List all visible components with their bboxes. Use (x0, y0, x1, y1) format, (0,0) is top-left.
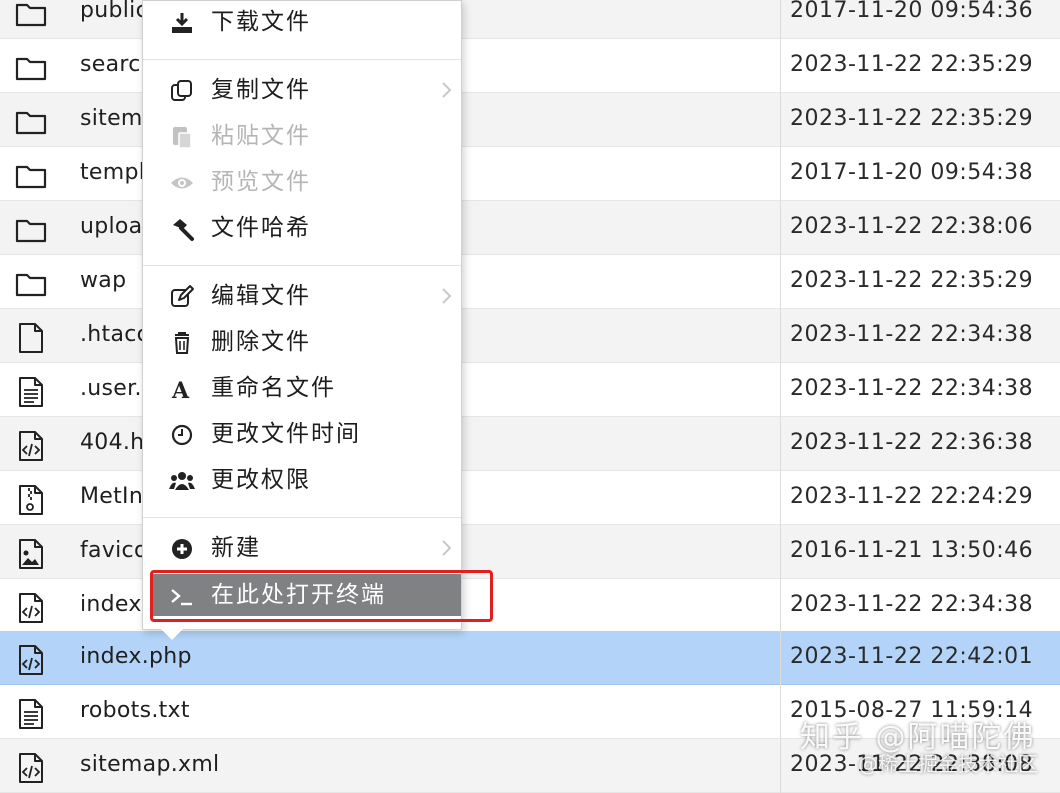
file-name: public (80, 0, 148, 23)
folder-icon (15, 165, 47, 189)
menu-item-label: 编辑文件 (211, 283, 311, 309)
column-divider (780, 255, 781, 309)
file-modified-time: 2023-11-22 22:24:29 (790, 484, 1034, 509)
menu-item-paste[interactable]: 粘贴文件 (143, 115, 461, 157)
column-divider (780, 0, 781, 39)
file-modified-time: 2023-11-22 22:34:38 (790, 322, 1034, 347)
code-file-icon (19, 753, 43, 783)
menu-item-copy[interactable]: 复制文件 (143, 69, 461, 111)
file-modified-time: 2023-11-22 22:38:06 (790, 214, 1034, 239)
file-modified-time: 2023-11-22 22:36:38 (790, 430, 1034, 455)
paste-icon (173, 127, 192, 149)
menu-item-download[interactable]: 下载文件 (143, 1, 461, 43)
folder-icon (15, 219, 47, 243)
file-name: wap (80, 268, 127, 293)
file-name: robots.txt (80, 698, 190, 723)
menu-item-rename[interactable]: A 重命名文件 (143, 367, 461, 409)
menu-item-label: 更改权限 (211, 467, 311, 493)
chevron-right-icon (442, 288, 452, 304)
column-divider (780, 417, 781, 471)
code-file-icon (19, 431, 43, 461)
menu-item-new[interactable]: 新建 (143, 527, 461, 569)
folder-icon (15, 3, 47, 27)
menu-item-label: 下载文件 (211, 9, 311, 35)
menu-separator (143, 265, 461, 266)
menu-item-label: 粘贴文件 (211, 123, 311, 149)
file-modified-time: 2023-11-22 22:35:29 (790, 106, 1034, 131)
column-divider (780, 93, 781, 147)
menu-item-label: 文件哈希 (211, 215, 311, 241)
edit-icon (171, 285, 194, 307)
svg-text:A: A (171, 378, 190, 402)
menu-item-edit[interactable]: 编辑文件 (143, 275, 461, 317)
file-modified-time: 2016-11-21 13:50:46 (790, 538, 1034, 563)
file-name: index.php (80, 644, 192, 669)
file-row-index-php[interactable]: index.php 2023-11-22 22:42:01 (0, 631, 1060, 685)
column-divider (780, 309, 781, 363)
menu-item-change-time[interactable]: 更改文件时间 (143, 413, 461, 455)
file-modified-time: 2023-11-22 22:34:38 (790, 376, 1034, 401)
context-menu: 下载文件 复制文件 粘贴文件 预览文件 文件哈希 编辑文件 删除文件 A 重命名… (142, 0, 462, 630)
menu-separator (143, 517, 461, 518)
column-divider (780, 739, 781, 793)
menu-item-delete[interactable]: 删除文件 (143, 321, 461, 363)
archive-file-icon (19, 485, 43, 515)
copy-icon (171, 80, 192, 101)
trash-icon (174, 332, 190, 354)
annotation-highlight-box (150, 570, 493, 622)
menu-item-label: 删除文件 (211, 329, 311, 355)
chevron-right-icon (442, 540, 452, 556)
menu-pointer (160, 628, 184, 640)
menu-separator (143, 59, 461, 60)
rename-icon: A (171, 378, 190, 402)
code-file-icon (19, 593, 43, 623)
column-divider (780, 363, 781, 417)
plus-circle-icon (172, 539, 192, 559)
text-file-icon (19, 377, 43, 407)
file-modified-time: 2017-11-20 09:54:38 (790, 160, 1034, 185)
eye-icon (171, 177, 193, 189)
code-file-icon (19, 645, 43, 675)
menu-item-label: 重命名文件 (211, 375, 336, 401)
folder-icon (15, 273, 47, 297)
file-modified-time: 2023-11-22 22:42:01 (790, 644, 1034, 669)
column-divider (780, 147, 781, 201)
text-file-icon (19, 699, 43, 729)
file-modified-time: 2023-11-22 22:34:38 (790, 592, 1034, 617)
column-divider (780, 39, 781, 93)
watermark-secondary: @稀土掘金技术社区 (858, 752, 1038, 776)
menu-item-label: 复制文件 (211, 77, 311, 103)
hammer-icon (173, 219, 194, 241)
menu-item-preview[interactable]: 预览文件 (143, 161, 461, 203)
menu-item-hash[interactable]: 文件哈希 (143, 207, 461, 249)
file-modified-time: 2023-11-22 22:35:29 (790, 52, 1034, 77)
chevron-right-icon (442, 82, 452, 98)
column-divider (780, 471, 781, 525)
menu-item-label: 新建 (211, 535, 261, 561)
menu-item-label: 预览文件 (211, 169, 311, 195)
file-modified-time: 2017-11-20 09:54:36 (790, 0, 1034, 23)
column-divider (780, 579, 781, 633)
folder-icon (15, 111, 47, 135)
menu-item-label: 更改文件时间 (211, 421, 361, 447)
column-divider (780, 525, 781, 579)
image-file-icon (19, 539, 43, 569)
menu-item-permissions[interactable]: 更改权限 (143, 459, 461, 501)
clock-icon (171, 424, 193, 446)
blank-file-icon (19, 323, 43, 353)
download-icon (172, 13, 192, 33)
column-divider (780, 685, 781, 739)
file-modified-time: 2023-11-22 22:35:29 (790, 268, 1034, 293)
folder-icon (15, 57, 47, 81)
users-icon (169, 472, 195, 490)
file-name: sitemap.xml (80, 752, 220, 777)
column-divider (780, 201, 781, 255)
column-divider (780, 631, 781, 685)
